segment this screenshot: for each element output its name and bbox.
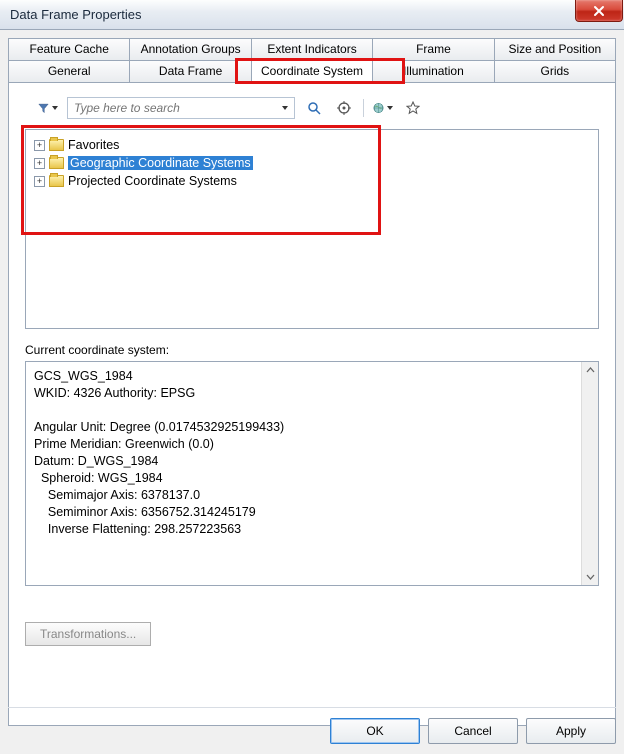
tree-item-geographic[interactable]: + Geographic Coordinate Systems xyxy=(30,154,594,172)
folder-icon xyxy=(49,175,64,187)
chevron-down-icon xyxy=(586,572,595,581)
tab-page-coordinate-system: + Favorites + Geographic Coordinate Syst… xyxy=(8,83,616,726)
chevron-down-icon xyxy=(387,106,393,110)
tab-general[interactable]: General xyxy=(8,60,130,83)
tab-extent-indicators[interactable]: Extent Indicators xyxy=(252,38,373,61)
tree-item-projected[interactable]: + Projected Coordinate Systems xyxy=(30,172,594,190)
scroll-up-button[interactable] xyxy=(582,362,598,379)
toolbar-separator xyxy=(363,99,364,117)
scroll-track[interactable] xyxy=(582,379,598,568)
tab-annotation-groups[interactable]: Annotation Groups xyxy=(130,38,251,61)
current-cs-heading: Current coordinate system: xyxy=(25,343,599,357)
tab-feature-cache[interactable]: Feature Cache xyxy=(8,38,130,61)
folder-icon xyxy=(49,157,64,169)
filter-button[interactable] xyxy=(37,97,59,119)
current-cs-box: GCS_WGS_1984 WKID: 4326 Authority: EPSG … xyxy=(25,361,599,586)
star-icon xyxy=(406,101,420,115)
cancel-button[interactable]: Cancel xyxy=(428,718,518,744)
globe-icon xyxy=(373,101,384,115)
tab-row-1: Feature Cache Annotation Groups Extent I… xyxy=(8,38,616,61)
apply-button[interactable]: Apply xyxy=(526,718,616,744)
tab-illumination[interactable]: Illumination xyxy=(373,60,494,83)
search-icon xyxy=(307,101,321,115)
expander-icon[interactable]: + xyxy=(34,176,45,187)
search-input[interactable] xyxy=(68,101,281,115)
chevron-down-icon[interactable] xyxy=(282,106,288,110)
locate-icon xyxy=(337,101,351,115)
search-input-wrap xyxy=(67,97,295,119)
tree-wrap: + Favorites + Geographic Coordinate Syst… xyxy=(25,129,599,329)
tree-item-label: Geographic Coordinate Systems xyxy=(68,156,253,170)
window-title: Data Frame Properties xyxy=(10,7,142,22)
expander-icon[interactable]: + xyxy=(34,140,45,151)
favorite-button[interactable] xyxy=(402,97,424,119)
tree-item-favorites[interactable]: + Favorites xyxy=(30,136,594,154)
folder-icon xyxy=(49,139,64,151)
filter-icon xyxy=(38,101,49,115)
scroll-down-button[interactable] xyxy=(582,568,598,585)
ok-button[interactable]: OK xyxy=(330,718,420,744)
tab-size-and-position[interactable]: Size and Position xyxy=(495,38,616,61)
tab-data-frame[interactable]: Data Frame xyxy=(130,60,251,83)
close-icon xyxy=(593,5,605,17)
locate-button[interactable] xyxy=(333,97,355,119)
tab-frame[interactable]: Frame xyxy=(373,38,494,61)
vertical-scrollbar[interactable] xyxy=(581,362,598,585)
tree-item-label: Projected Coordinate Systems xyxy=(68,174,237,188)
tab-grids[interactable]: Grids xyxy=(495,60,616,83)
globe-button[interactable] xyxy=(372,97,394,119)
search-button[interactable] xyxy=(303,97,325,119)
tab-row-2: General Data Frame Coordinate System Ill… xyxy=(8,60,616,83)
tree-item-label: Favorites xyxy=(68,138,119,152)
dialog-footer: OK Cancel Apply xyxy=(330,718,616,744)
coordinate-tree[interactable]: + Favorites + Geographic Coordinate Syst… xyxy=(25,129,599,329)
tabstrip: Feature Cache Annotation Groups Extent I… xyxy=(8,38,616,83)
expander-icon[interactable]: + xyxy=(34,158,45,169)
tab-coordinate-system[interactable]: Coordinate System xyxy=(252,60,373,83)
footer-separator xyxy=(8,707,616,708)
chevron-up-icon xyxy=(586,366,595,375)
toolbar xyxy=(37,97,599,119)
titlebar: Data Frame Properties xyxy=(0,0,624,30)
chevron-down-icon xyxy=(52,106,58,110)
close-button[interactable] xyxy=(575,0,623,22)
transformations-button[interactable]: Transformations... xyxy=(25,622,151,646)
